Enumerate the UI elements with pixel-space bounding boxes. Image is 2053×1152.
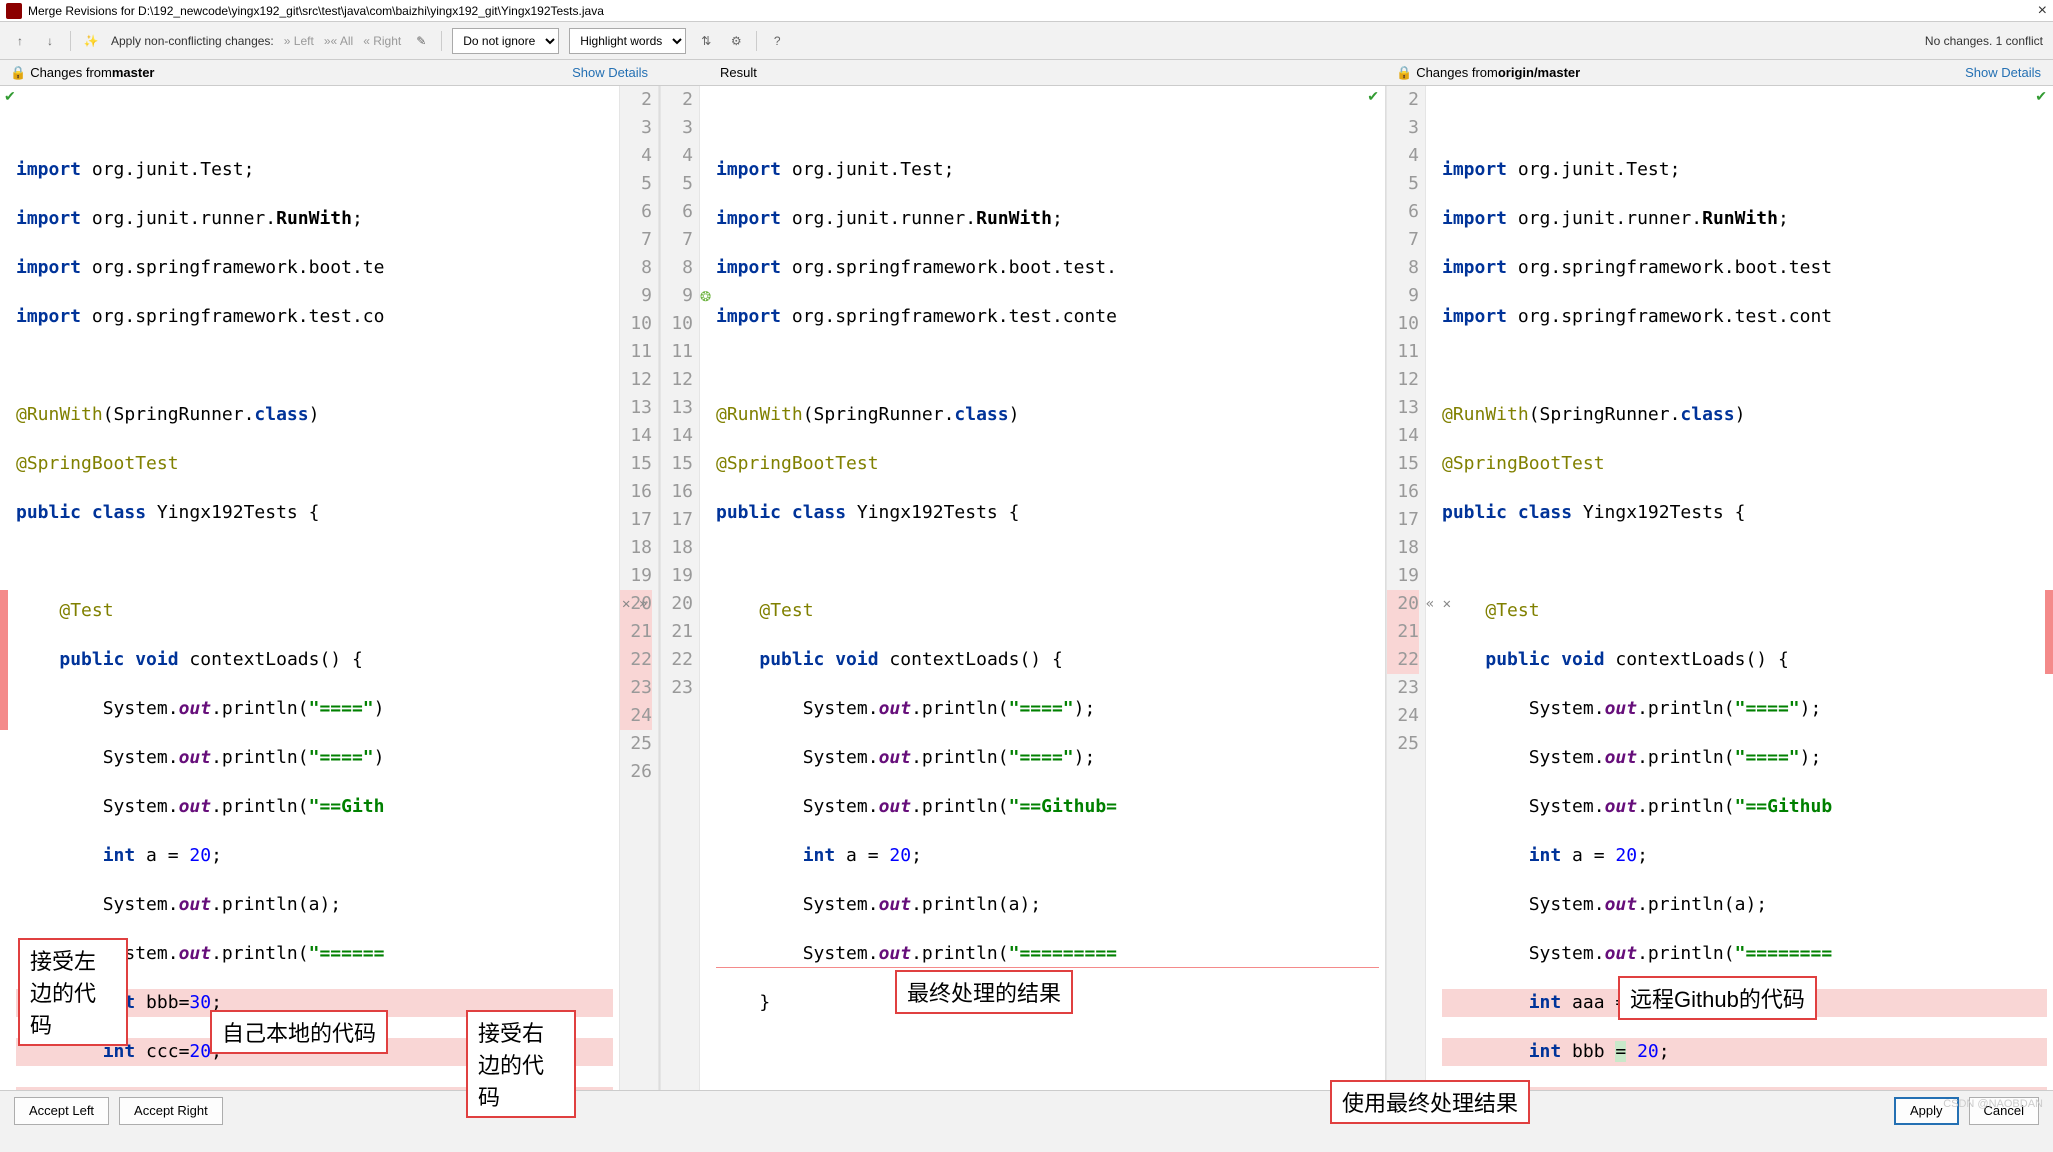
result-gutter-left: 2345678 9 ❂ 1011121314151617181920212223: [660, 86, 700, 1090]
result-pane: 2345678 9 ❂ 1011121314151617181920212223…: [660, 86, 1386, 1090]
apply-nonconf-label: Apply non-conflicting changes:: [111, 34, 274, 48]
status-text: No changes. 1 conflict: [1925, 34, 2043, 48]
left-header-branch: master: [112, 65, 155, 80]
annotation-remote-github: 远程Github的代码: [1618, 976, 1817, 1020]
prev-diff-icon[interactable]: ↑: [10, 31, 30, 51]
right-pane: 2345678910111213141516171819 20« ✕ 21222…: [1386, 86, 2053, 1090]
reject-left-icon[interactable]: ✕: [622, 596, 630, 612]
settings-icon[interactable]: ⚙: [726, 31, 746, 51]
magic-wand-icon[interactable]: ✨: [81, 31, 101, 51]
collapse-icon[interactable]: ⇅: [696, 31, 716, 51]
toolbar: ↑ ↓ ✨ Apply non-conflicting changes: » L…: [0, 22, 2053, 60]
left-header-prefix: Changes from: [30, 65, 112, 80]
ignore-select[interactable]: Do not ignore: [452, 28, 559, 54]
separator: [756, 31, 757, 51]
apply-all-link[interactable]: »« All: [324, 34, 353, 48]
accept-right-button[interactable]: Accept Right: [119, 1097, 223, 1125]
apply-left-link[interactable]: » Left: [284, 34, 314, 48]
next-diff-icon[interactable]: ↓: [40, 31, 60, 51]
left-gutter: 2345678910111213141516171819 ✕ »20 21222…: [619, 86, 659, 1090]
check-icon: ✔: [2035, 88, 2047, 105]
result-code[interactable]: import org.junit.Test; import org.junit.…: [700, 86, 1385, 1090]
lock-icon: 🔒: [10, 65, 26, 81]
right-header-prefix: Changes from: [1416, 65, 1498, 80]
right-header-branch: origin/master: [1498, 65, 1580, 80]
watermark: CSDN @NAOBDAN: [1943, 1098, 2043, 1110]
show-details-right[interactable]: Show Details: [1965, 65, 2041, 80]
separator: [441, 31, 442, 51]
annotation-accept-left: 接受左边的代码: [18, 938, 128, 1046]
window-title: Merge Revisions for D:\192_newcode\yingx…: [28, 4, 604, 18]
annotation-use-final: 使用最终处理结果: [1330, 1080, 1530, 1124]
titlebar: Merge Revisions for D:\192_newcode\yingx…: [0, 0, 2053, 22]
apply-right-link[interactable]: « Right: [363, 34, 401, 48]
conflict-marker: [0, 590, 8, 730]
separator: [70, 31, 71, 51]
annotation-accept-right: 接受右边的代码: [466, 1010, 576, 1118]
pane-headers: 🔒 Changes from master Show Details Resul…: [0, 60, 2053, 86]
lock-icon: 🔒: [1396, 65, 1412, 81]
help-icon[interactable]: ?: [767, 31, 787, 51]
diff-panes: ✔ import org.junit.Test; import org.juni…: [0, 86, 2053, 1090]
result-header: Result: [720, 65, 757, 80]
show-details-left[interactable]: Show Details: [572, 65, 648, 80]
accept-left-icon[interactable]: »: [639, 596, 647, 612]
right-gutter: 2345678910111213141516171819 20« ✕ 21222…: [1386, 86, 1426, 1090]
edit-icon[interactable]: ✎: [411, 31, 431, 51]
close-icon[interactable]: ×: [2038, 2, 2047, 20]
accept-left-button[interactable]: Accept Left: [14, 1097, 109, 1125]
conflict-marker: [2045, 590, 2053, 674]
footer: Accept Left Accept Right Apply Cancel: [0, 1090, 2053, 1130]
annotation-local-code: 自己本地的代码: [210, 1010, 388, 1054]
right-code[interactable]: import org.junit.Test; import org.junit.…: [1426, 86, 2053, 1090]
app-icon: [6, 3, 22, 19]
annotation-final-result: 最终处理的结果: [895, 970, 1073, 1014]
highlight-select[interactable]: Highlight words: [569, 28, 686, 54]
check-icon: ✔: [1367, 88, 1379, 105]
